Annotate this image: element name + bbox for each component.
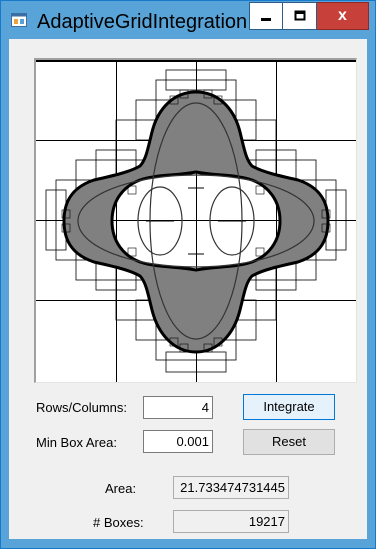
window-title: AdaptiveGridIntegration [37,11,248,33]
area-output: 21.733474731445 [173,476,289,499]
close-icon: x [338,7,347,24]
close-button[interactable]: x [317,2,369,30]
title-bar[interactable]: AdaptiveGridIntegration x [1,1,375,39]
minimize-button[interactable] [249,2,283,30]
min-box-area-label: Min Box Area: [36,435,117,450]
maximize-button[interactable] [283,2,317,30]
integrate-button[interactable]: Integrate [243,394,335,420]
reset-button[interactable]: Reset [243,429,335,455]
integration-canvas[interactable] [34,58,357,383]
area-label: Area: [105,481,137,496]
integration-plot [36,60,356,382]
rows-columns-input[interactable]: 4 [143,396,213,419]
minimize-icon [261,18,271,21]
form-client-area: Rows/Columns: 4 Integrate Min Box Area: … [9,39,367,539]
boxes-label: # Boxes: [93,515,144,530]
boxes-output: 19217 [173,510,289,533]
rows-columns-label: Rows/Columns: [36,400,128,415]
maximize-icon [294,10,305,21]
min-box-area-input[interactable]: 0.001 [143,430,213,453]
app-icon [11,13,27,27]
app-window: AdaptiveGridIntegration x Rows/Columns: … [0,0,376,549]
